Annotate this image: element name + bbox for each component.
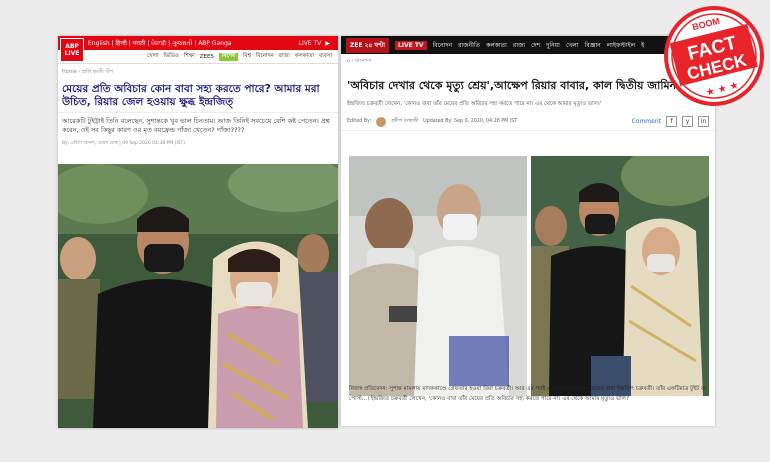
author-name[interactable]: প্রদীপ দেখাজী (391, 118, 418, 126)
nav-item[interactable]: বিনোদন (256, 53, 274, 61)
nav-item[interactable]: ব্যবসা (319, 53, 332, 61)
breadcrumb[interactable]: Home › হালি কর্মসী টিপ (58, 64, 338, 79)
rhea-photo (531, 156, 709, 396)
father-photo (349, 156, 527, 396)
article-summary: আরেকটি টুইট্টাই তিনি বলেছেন, সুশান্তকে খ… (58, 112, 338, 137)
nav-item[interactable]: বিশ্ব (243, 53, 251, 61)
abp-nav-bar: খেলা ভিডিও শিক্ষা ZEE5 বিশেষ বিশ্ব বিনোদ… (58, 50, 338, 64)
nav-item[interactable]: ZEE5 (200, 54, 214, 60)
facebook-icon[interactable]: f (666, 116, 677, 127)
nav-item[interactable]: দেশ (531, 40, 540, 51)
nav-badge[interactable]: বিশেষ (218, 52, 239, 61)
article-photo (58, 164, 338, 428)
boom-fact-check-stamp: BOOM FACT CHECK ★ ★ ★ (664, 6, 764, 106)
abp-article-screenshot: English | हिन्दी | मराठी | ਪੰਜਾਬੀ | ગુજર… (58, 36, 338, 428)
nav-item[interactable]: রাজ্য (279, 53, 290, 61)
nav-item[interactable]: ই (641, 40, 644, 51)
youtube-icon[interactable]: ▶ (325, 40, 330, 47)
nav-item[interactable]: খেলা (147, 53, 159, 61)
author-avatar[interactable] (376, 116, 387, 127)
updated-time: Updated By: Sep 9, 2020, 04:28 PM IST (423, 119, 518, 124)
nav-item[interactable]: বিনোদন (433, 40, 453, 51)
nav-item[interactable]: লাইফস্টাইল (607, 40, 636, 51)
nav-item[interactable]: বিজ্ঞান (585, 40, 601, 51)
language-links[interactable]: English | हिन्दी | मराठी | ਪੰਜਾਬੀ | ગુજર… (88, 39, 232, 48)
article-headline: মেয়ের প্রতি অবিচার কোন বাবা সহ্য করতে প… (62, 83, 320, 108)
article-caption: নিজস্ব প্রতিবেদন: সুশান্ত মামলায় মাদককা… (349, 386, 706, 402)
nav-item[interactable]: শিক্ষা (184, 53, 195, 61)
comment-link[interactable]: Comment (632, 118, 661, 125)
zee-top-bar: ZEE ২৪ ঘণ্টা LIVE TV বিনোদন রাজনীতি কলকা… (341, 36, 715, 54)
edited-by-label: Edited By: (347, 119, 372, 124)
nav-item[interactable]: কলকাতা (486, 40, 507, 51)
article-headline: 'অবিচার দেখার থেকে মৃত্যু শ্রেয়',আক্ষেপ… (347, 79, 709, 92)
nav-item[interactable]: কলকাতা (295, 53, 314, 61)
nav-item[interactable]: ভিডিও (164, 53, 179, 61)
breadcrumb[interactable]: ⌂ › বিনোদন (341, 54, 715, 70)
live-tv-link[interactable]: LIVE TV (299, 40, 322, 47)
zee-logo[interactable]: ZEE ২৪ ঘণ্টা (346, 37, 389, 53)
abp-logo[interactable]: ABP LIVE (60, 38, 84, 62)
nav-item[interactable]: দুনিয়া (546, 40, 560, 51)
twitter-icon[interactable]: y (682, 116, 693, 127)
nav-item[interactable]: রাজনীতি (458, 40, 480, 51)
live-tv-link[interactable]: LIVE TV (394, 40, 427, 50)
nav-item[interactable]: খেলা (566, 40, 579, 51)
linkedin-icon[interactable]: in (698, 116, 709, 127)
abp-top-bar: English | हिन्दी | मराठी | ਪੰਜਾਬੀ | ગુજર… (58, 36, 338, 50)
zee-article-screenshot: ZEE ২৪ ঘণ্টা LIVE TV বিনোদন রাজনীতি কলকা… (341, 36, 715, 426)
article-meta: Edited By: প্রদীপ দেখাজী Updated By: Sep… (341, 113, 715, 131)
article-byline: By: এবিপি আনন্দ, ওয়েব ডেস্ক | 09 Sep 20… (62, 141, 186, 146)
nav-item[interactable]: রাজ্য (513, 40, 525, 51)
article-intro: ইন্দ্রজিত চক্রবর্তী লেখেন, 'কোনও বাবা তা… (347, 101, 602, 107)
